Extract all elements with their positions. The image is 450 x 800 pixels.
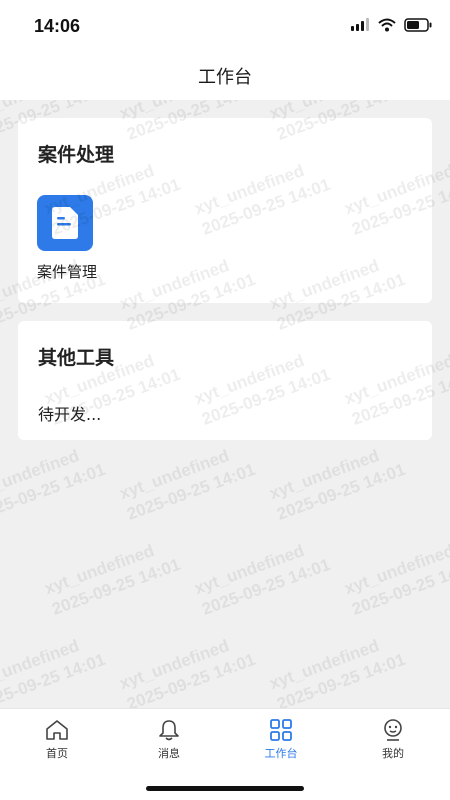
page-title: 工作台 — [198, 67, 252, 88]
other-tools-card: 其他工具 待开发... — [18, 321, 432, 440]
card-title: 其他工具 — [38, 347, 115, 369]
tab-messages[interactable]: 消息 — [113, 719, 225, 761]
tab-label: 消息 — [158, 747, 180, 760]
tab-label: 首页 — [46, 747, 68, 760]
document-icon — [37, 195, 93, 251]
status-bar: 14:06 — [0, 0, 450, 52]
battery-icon — [404, 18, 432, 32]
tab-label: 工作台 — [264, 747, 298, 760]
profile-icon — [384, 719, 402, 741]
tab-home[interactable]: 首页 — [1, 719, 113, 761]
tool-label: 案件管理 — [37, 263, 98, 281]
workbench-content: 案件处理 案件管理 其他工具 待开发... — [0, 100, 450, 708]
tab-profile[interactable]: 我的 — [337, 719, 449, 761]
bell-icon — [159, 720, 179, 741]
home-indicator — [146, 786, 304, 791]
cellular-signal-icon — [351, 18, 369, 31]
home-icon — [46, 720, 68, 740]
tab-label: 我的 — [382, 747, 404, 760]
tab-workbench[interactable]: 工作台 — [225, 719, 337, 761]
case-management-tool[interactable]: 案件管理 — [37, 195, 111, 282]
case-processing-card: 案件处理 案件管理 — [18, 118, 432, 303]
grid-icon — [270, 719, 292, 741]
nav-bar: 工作台 — [0, 52, 450, 100]
wifi-icon — [378, 18, 396, 32]
status-icons — [350, 18, 432, 32]
card-title: 案件处理 — [38, 144, 115, 166]
status-time: 14:06 — [34, 16, 81, 36]
pending-text: 待开发... — [38, 405, 102, 424]
